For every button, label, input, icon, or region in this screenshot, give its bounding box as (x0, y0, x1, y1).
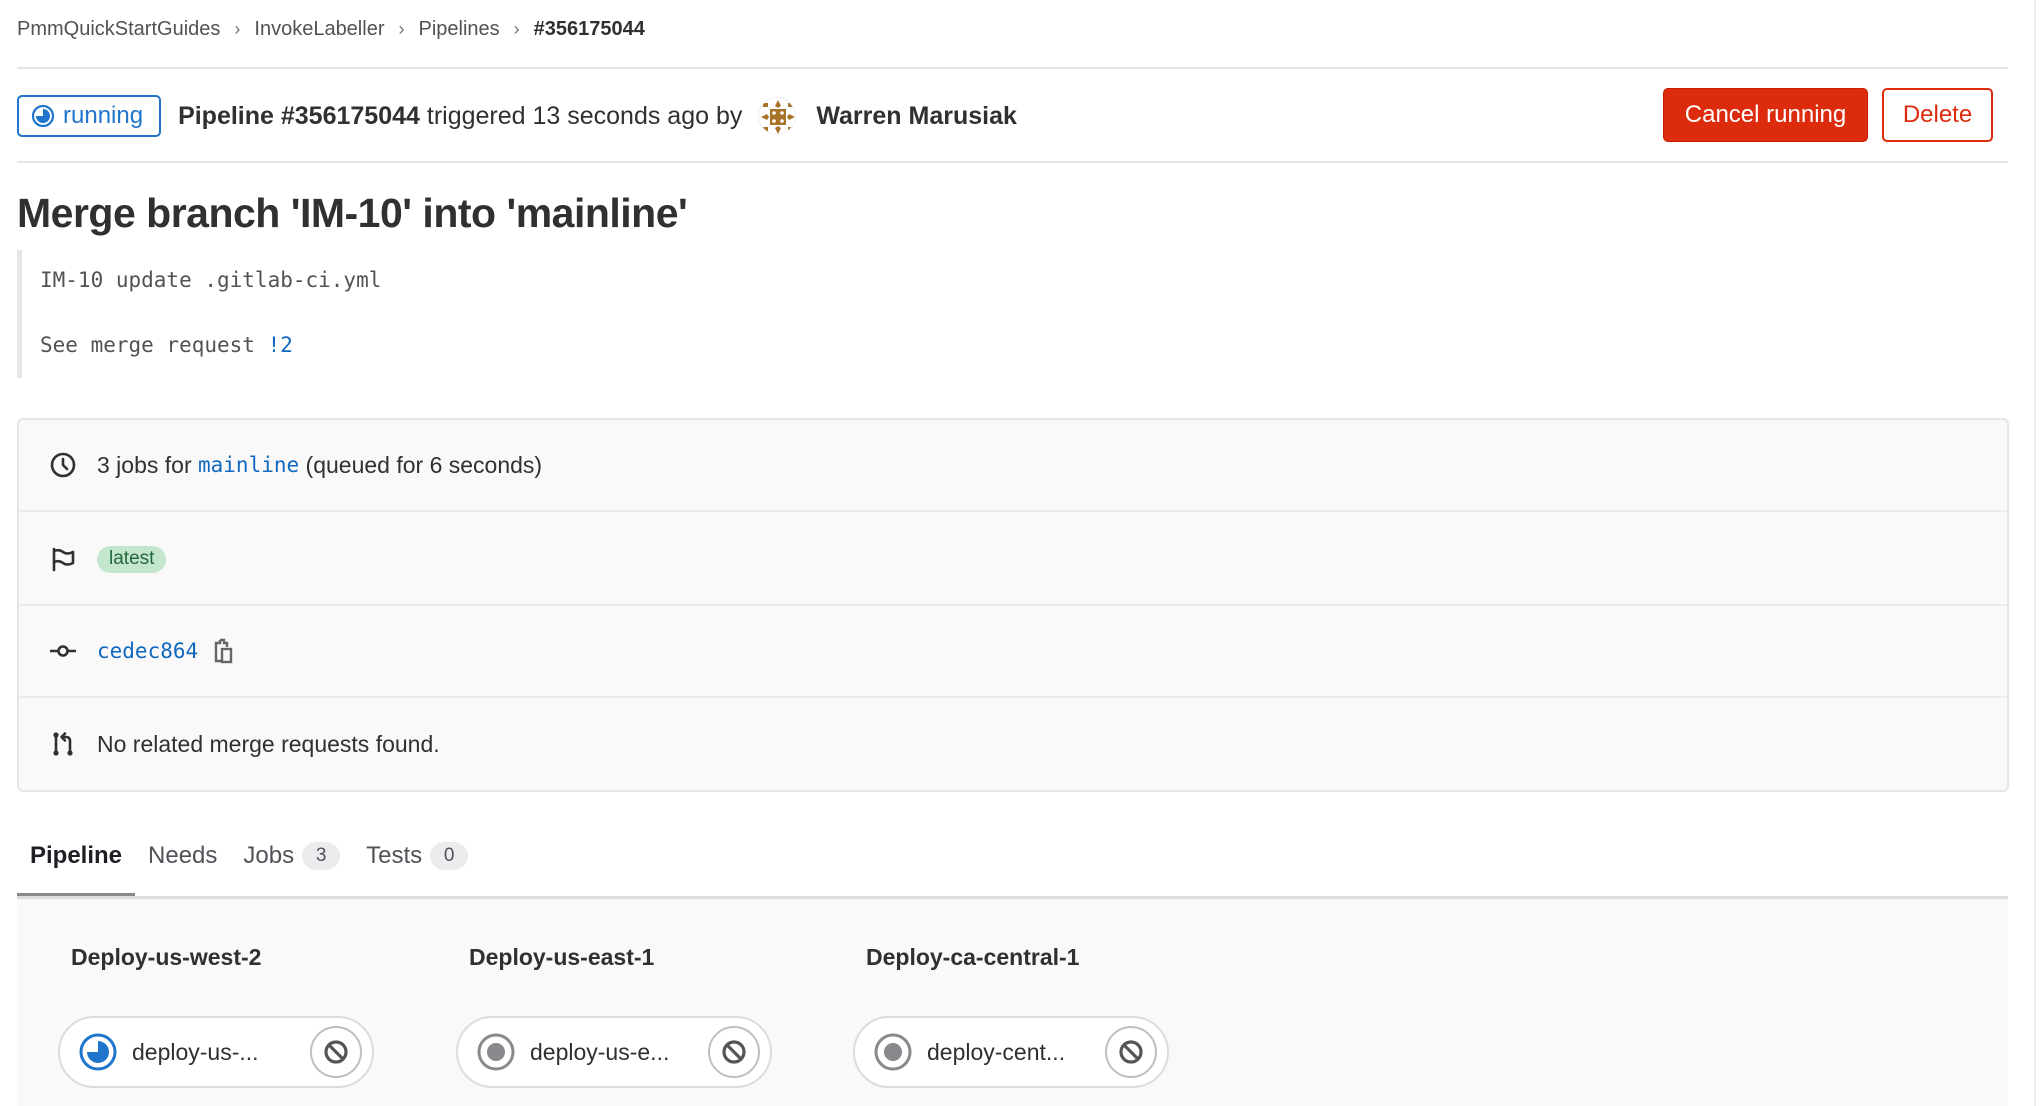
pipeline-info-panel: 3 jobs for mainline (queued for 6 second… (17, 418, 2009, 792)
breadcrumb-item-current[interactable]: #356175044 (534, 18, 645, 41)
flag-icon (47, 543, 79, 575)
cancel-icon (324, 1040, 348, 1064)
info-row-tags: latest (19, 514, 2007, 606)
description-text: See merge request (40, 333, 268, 357)
job-name: deploy-cent... (927, 1038, 1066, 1065)
avatar-identicon (759, 98, 796, 134)
jobs-count-badge: 3 (302, 842, 341, 870)
jobs-prefix: 3 jobs for (97, 451, 198, 478)
breadcrumb-item-project[interactable]: InvokeLabeller (254, 18, 384, 41)
author-link[interactable]: Warren Marusiak (816, 102, 1017, 131)
cancel-running-button[interactable]: Cancel running (1663, 88, 1868, 142)
status-badge[interactable]: running (17, 95, 162, 137)
tab-label: Pipeline (30, 842, 123, 869)
job-pill[interactable]: deploy-us-... (58, 1016, 374, 1088)
stage-title: Deploy-us-east-1 (469, 944, 655, 970)
triggered-text: triggered 13 seconds ago by (419, 101, 743, 130)
breadcrumb-separator: › (513, 18, 520, 39)
branch-link[interactable]: mainline (198, 453, 299, 477)
status-label: running (63, 102, 144, 129)
breadcrumb-item-pipelines[interactable]: Pipelines (418, 18, 499, 41)
cancel-icon (722, 1040, 746, 1064)
copy-commit-sha-button[interactable] (212, 637, 234, 665)
tab-label: Needs (148, 842, 218, 869)
breadcrumb-item-group[interactable]: PmmQuickStartGuides (17, 18, 220, 41)
status-created-icon (476, 1032, 516, 1072)
pipeline-graph: Deploy-us-west-2 deploy-us-... Deploy-us… (17, 899, 2008, 1106)
pipeline-id: Pipeline #356175044 (178, 101, 420, 130)
merge-requests-text: No related merge requests found. (97, 730, 440, 757)
job-pill[interactable]: deploy-cent... (853, 1016, 1169, 1088)
job-name: deploy-us-... (132, 1038, 259, 1065)
jobs-suffix: (queued for 6 seconds) (299, 451, 543, 478)
copy-icon (214, 638, 233, 664)
pipeline-summary: Pipeline #356175044 triggered 13 seconds… (178, 102, 742, 131)
cancel-icon (1119, 1040, 1143, 1064)
info-row-merge-requests: No related merge requests found. (19, 698, 2007, 790)
tests-count-badge: 0 (430, 842, 469, 870)
job-name: deploy-us-e... (530, 1038, 670, 1065)
stage-title: Deploy-us-west-2 (71, 944, 262, 970)
tab-pipeline[interactable]: Pipeline (17, 820, 136, 897)
status-running-icon (31, 104, 55, 128)
stage-title: Deploy-ca-central-1 (866, 944, 1080, 970)
cancel-job-button[interactable] (708, 1026, 760, 1078)
commit-sha-link[interactable]: cedec864 (97, 639, 198, 663)
cancel-job-button[interactable] (310, 1026, 362, 1078)
page-edge-divider (2034, 0, 2036, 1106)
pipeline-header: running Pipeline #356175044 triggered 13… (17, 95, 1017, 137)
tab-jobs[interactable]: Jobs 3 (230, 820, 353, 896)
tab-tests[interactable]: Tests 0 (353, 820, 481, 896)
divider (17, 67, 2008, 69)
avatar[interactable] (758, 97, 797, 135)
commit-title: Merge branch 'IM-10' into 'mainline' (17, 190, 688, 236)
tab-label: Jobs (243, 842, 295, 869)
status-running-icon (78, 1032, 118, 1072)
breadcrumb: PmmQuickStartGuides › InvokeLabeller › P… (17, 14, 645, 44)
breadcrumb-separator: › (398, 18, 405, 39)
delete-button[interactable]: Delete (1882, 88, 1993, 142)
clock-icon (47, 449, 79, 481)
job-pill[interactable]: deploy-us-e... (456, 1016, 772, 1088)
breadcrumb-separator: › (234, 18, 241, 39)
description-line: See merge request !2 (40, 333, 293, 357)
commit-icon (47, 635, 79, 667)
tab-label: Tests (366, 842, 423, 869)
commit-description: IM-10 update .gitlab-ci.yml See merge re… (17, 250, 917, 378)
latest-badge: latest (97, 545, 167, 573)
pipeline-tabs: Pipeline Needs Jobs 3 Tests 0 (17, 820, 2008, 898)
description-line: IM-10 update .gitlab-ci.yml (40, 268, 382, 292)
info-row-jobs: 3 jobs for mainline (queued for 6 second… (19, 420, 2007, 512)
status-created-icon (873, 1032, 913, 1072)
cancel-job-button[interactable] (1105, 1026, 1157, 1078)
merge-request-icon (47, 728, 79, 760)
merge-request-link[interactable]: !2 (268, 333, 293, 357)
tab-needs[interactable]: Needs (135, 820, 230, 896)
divider (17, 161, 2008, 163)
info-row-commit: cedec864 (19, 606, 2007, 698)
